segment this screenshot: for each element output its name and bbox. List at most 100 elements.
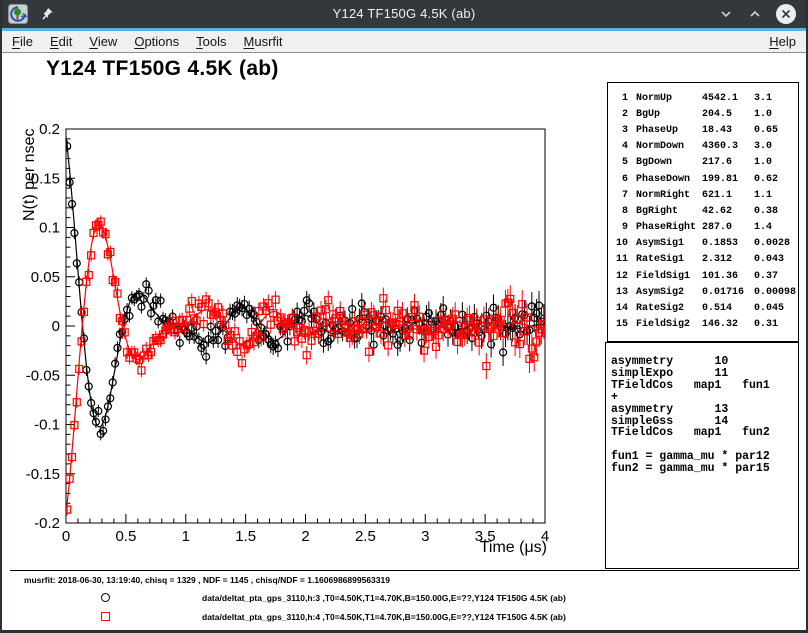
root-canvas[interactable]: Y124 TF150G 4.5K (ab) 00.511.522.533.54-… <box>2 53 806 630</box>
param-num: 7 <box>614 190 628 201</box>
param-num: 15 <box>614 319 628 330</box>
status-separator-line <box>10 570 800 571</box>
param-name: AsymSig1 <box>636 238 702 249</box>
svg-text:-0.15: -0.15 <box>26 466 60 483</box>
param-val: 0.514 <box>702 303 754 314</box>
param-num: 1 <box>614 93 628 104</box>
param-num: 3 <box>614 125 628 136</box>
theory-text: asymmetry 10 simplExpo 11 TFieldCos map1… <box>606 343 798 475</box>
param-row: 5 BgDown217.61.0 <box>608 155 798 171</box>
menu-item-options[interactable]: Options <box>134 34 179 49</box>
param-err: 1.0 <box>754 157 798 168</box>
param-row: 8 BgRight42.620.38 <box>608 203 798 219</box>
param-row: 11RateSig12.3120.043 <box>608 252 798 268</box>
series-circle <box>64 137 548 441</box>
svg-text:2.5: 2.5 <box>355 528 376 545</box>
param-row: 3 PhaseUp18.430.65 <box>608 122 798 138</box>
legend-item: data/deltat_pta_gps_3110,h:4 ,T0=4.50K,T… <box>2 612 806 624</box>
param-err: 0.37 <box>754 271 798 282</box>
legend-label: data/deltat_pta_gps_3110,h:4 ,T0=4.50K,T… <box>202 612 566 622</box>
param-name: BgDown <box>636 157 702 168</box>
param-val: 4542.1 <box>702 93 754 104</box>
param-row: 1NormUp4542.13.1 <box>608 90 798 106</box>
menubar: File Edit View Options Tools Musrfit Help <box>2 31 806 53</box>
param-err: 1.0 <box>754 109 798 120</box>
param-err: 1.1 <box>754 190 798 201</box>
legend-label: data/deltat_pta_gps_3110,h:3 ,T0=4.50K,T… <box>202 593 566 603</box>
param-name: BgRight <box>636 206 702 217</box>
param-err: 3.1 <box>754 93 798 104</box>
param-val: 42.62 <box>702 206 754 217</box>
window-title: Y124 TF150G 4.5K (ab) <box>2 6 806 21</box>
param-val: 0.01716 <box>702 287 754 298</box>
param-num: 6 <box>614 174 628 185</box>
param-row: 13AsymSig20.017160.00098 <box>608 284 798 300</box>
param-err: 0.65 <box>754 125 798 136</box>
svg-text:Time (μs): Time (μs) <box>480 539 547 556</box>
param-name: PhaseUp <box>636 125 702 136</box>
param-num: 5 <box>614 157 628 168</box>
legend-circle-marker <box>101 593 110 602</box>
pin-icon[interactable] <box>40 7 54 21</box>
param-val: 199.81 <box>702 174 754 185</box>
param-err: 0.38 <box>754 206 798 217</box>
param-name: BgUp <box>636 109 702 120</box>
param-name: RateSig2 <box>636 303 702 314</box>
svg-text:0.1: 0.1 <box>39 220 60 237</box>
param-row: 12FieldSig1101.360.37 <box>608 268 798 284</box>
menu-item-file[interactable]: File <box>12 34 33 49</box>
param-err: 0.0028 <box>754 238 798 249</box>
svg-text:2: 2 <box>301 528 309 545</box>
param-val: 204.5 <box>702 109 754 120</box>
svg-text:0.05: 0.05 <box>31 269 60 286</box>
param-num: 2 <box>614 109 628 120</box>
param-err: 0.62 <box>754 174 798 185</box>
param-row: 9PhaseRight287.01.4 <box>608 220 798 236</box>
param-val: 217.6 <box>702 157 754 168</box>
param-name: RateSig1 <box>636 254 702 265</box>
svg-text:0.5: 0.5 <box>115 528 136 545</box>
svg-text:1.5: 1.5 <box>235 528 256 545</box>
param-num: 14 <box>614 303 628 314</box>
titlebar[interactable]: ++ Y124 TF150G 4.5K (ab) <box>2 0 806 28</box>
svg-text:1: 1 <box>182 528 190 545</box>
param-row: 10AsymSig10.18530.0028 <box>608 236 798 252</box>
minimize-button[interactable] <box>718 6 734 22</box>
menu-items-container: File Edit View Options Tools Musrfit <box>12 34 300 49</box>
param-num: 11 <box>614 254 628 265</box>
series-square <box>64 215 548 515</box>
param-val: 18.43 <box>702 125 754 136</box>
menu-item-help[interactable]: Help <box>769 34 796 49</box>
close-button[interactable] <box>776 4 796 24</box>
fit-parameter-box: 1NormUp4542.13.12BgUp204.51.03PhaseUp18.… <box>607 82 799 342</box>
fit-statistics-text: musrfit: 2018-06-30, 13:19:40, chisq = 1… <box>24 575 390 585</box>
theory-box: asymmetry 10 simplExpo 11 TFieldCos map1… <box>605 342 799 569</box>
menu-item-view[interactable]: View <box>89 34 117 49</box>
param-val: 0.1853 <box>702 238 754 249</box>
legend-item: data/deltat_pta_gps_3110,h:3 ,T0=4.50K,T… <box>2 593 806 605</box>
param-num: 13 <box>614 287 628 298</box>
param-val: 101.36 <box>702 271 754 282</box>
legend-square-marker <box>101 612 110 621</box>
maximize-button[interactable] <box>747 6 763 22</box>
param-row: 15FieldSig2146.320.31 <box>608 317 798 333</box>
param-row: 4NormDown4360.33.0 <box>608 139 798 155</box>
menu-item-edit[interactable]: Edit <box>50 34 72 49</box>
param-val: 621.1 <box>702 190 754 201</box>
param-num: 4 <box>614 141 628 152</box>
menu-item-musrfit[interactable]: Musrfit <box>244 34 283 49</box>
param-row: 7NormRight621.11.1 <box>608 187 798 203</box>
svg-text:0.2: 0.2 <box>39 121 60 138</box>
svg-text:-0.1: -0.1 <box>34 417 60 434</box>
svg-text:3: 3 <box>421 528 429 545</box>
param-name: AsymSig2 <box>636 287 702 298</box>
param-val: 287.0 <box>702 222 754 233</box>
app-icon[interactable]: ++ <box>8 4 28 24</box>
param-err: 0.043 <box>754 254 798 265</box>
param-err: 1.4 <box>754 222 798 233</box>
param-err: 3.0 <box>754 141 798 152</box>
musr-plot[interactable]: 00.511.522.533.54-0.2-0.15-0.1-0.0500.05… <box>2 53 602 630</box>
param-num: 8 <box>614 206 628 217</box>
svg-text:++: ++ <box>20 14 28 21</box>
menu-item-tools[interactable]: Tools <box>196 34 226 49</box>
